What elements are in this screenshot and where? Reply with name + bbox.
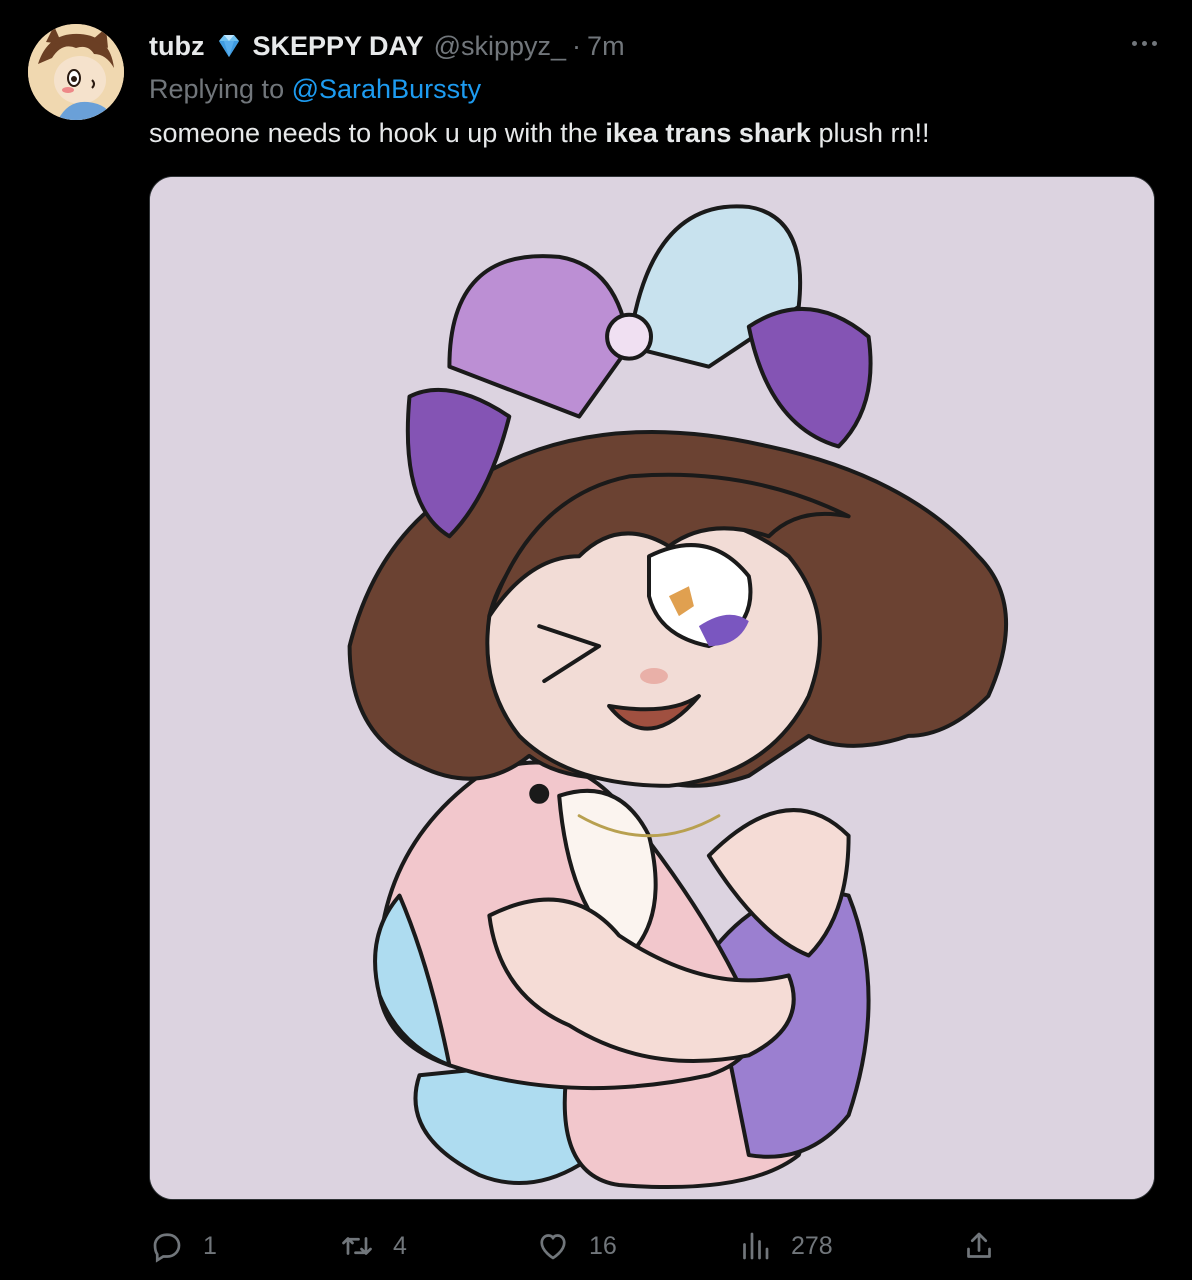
dot [1151, 40, 1157, 46]
tweet-actions: 1 4 16 278 [149, 1226, 1009, 1266]
replying-prefix: Replying to [149, 74, 285, 104]
views-icon [743, 1232, 769, 1260]
display-name[interactable]: tubz [149, 28, 204, 64]
user-handle[interactable]: @skippyz_ [434, 28, 566, 64]
tweet-image[interactable] [149, 176, 1155, 1200]
replying-to-line: Replying to @SarahBurssty [149, 71, 481, 107]
tweet-text-end: plush rn!! [810, 118, 930, 148]
tweet-text: someone needs to hook u up with the ikea… [149, 114, 930, 152]
heart-icon [540, 1234, 566, 1260]
more-dots-icon[interactable] [1122, 28, 1166, 58]
event-name[interactable]: SKEPPY DAY [252, 28, 423, 64]
reply-mention-link[interactable]: @SarahBurssty [292, 74, 481, 104]
reply-count: 1 [203, 1231, 217, 1260]
tweet-header: tubz SKEPPY DAY @skippyz_ · 7m [149, 26, 1112, 66]
dot [1131, 40, 1137, 46]
retweet-count: 4 [393, 1231, 407, 1260]
avatar[interactable] [28, 24, 124, 120]
dot [1141, 40, 1147, 46]
tweet-text-bold: ikea trans shark [605, 118, 811, 148]
diamond-icon [214, 31, 244, 61]
share-button[interactable] [961, 1226, 997, 1266]
separator-dot: · [572, 31, 582, 61]
timestamp[interactable]: 7m [587, 28, 625, 64]
retweet-icon [342, 1237, 372, 1255]
like-count: 16 [589, 1231, 617, 1260]
views-count: 278 [791, 1231, 833, 1260]
reply-button[interactable]: 1 [149, 1226, 217, 1266]
like-button[interactable]: 16 [535, 1226, 617, 1266]
views-button[interactable]: 278 [737, 1226, 833, 1266]
reply-icon [153, 1233, 181, 1263]
tweet-text-start: someone needs to hook u up with the [149, 118, 606, 148]
share-icon [967, 1232, 991, 1258]
retweet-button[interactable]: 4 [339, 1226, 407, 1266]
